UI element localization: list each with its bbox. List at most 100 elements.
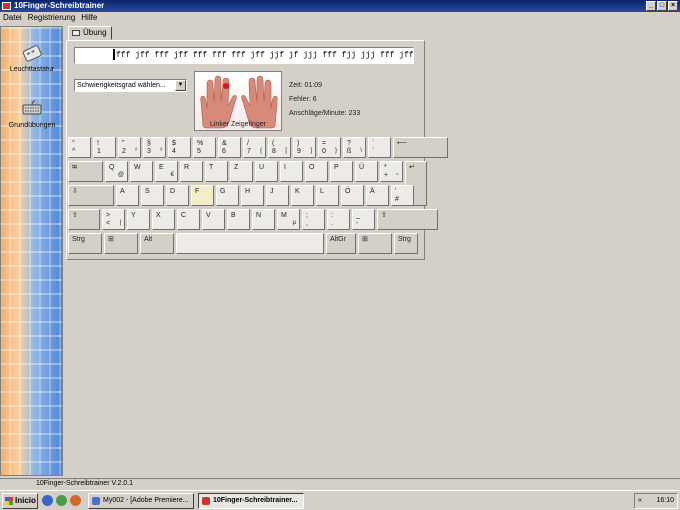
- key[interactable]: & 6: [218, 137, 241, 158]
- key[interactable]: ° ^: [68, 137, 91, 158]
- key-label-top: Z: [234, 164, 239, 171]
- key[interactable]: R: [180, 161, 203, 182]
- key[interactable]: [176, 233, 324, 254]
- keyboard-glow-icon: [22, 45, 42, 62]
- difficulty-select[interactable]: Schwierigkeitsgrad wählen... ▼: [74, 79, 187, 92]
- key[interactable]: N: [252, 209, 275, 230]
- key[interactable]: E €: [155, 161, 178, 182]
- key[interactable]: ;,: [302, 209, 325, 230]
- key[interactable]: /7 {: [243, 137, 266, 158]
- key[interactable]: ⇧: [377, 209, 438, 230]
- window-controls: _ □ ×: [646, 1, 678, 11]
- menu-registrierung[interactable]: Registrierung: [28, 12, 76, 24]
- sidebar-item-leuchttastatur[interactable]: Leuchttastatur: [5, 43, 59, 73]
- key[interactable]: ' #: [391, 185, 414, 206]
- key-label-top: A: [120, 188, 125, 195]
- tray-expand-icon[interactable]: «: [638, 494, 642, 508]
- task-label: 10Finger-Schreibtrainer...: [213, 497, 298, 504]
- key[interactable]: Q @: [105, 161, 128, 182]
- key[interactable]: J: [266, 185, 289, 206]
- key[interactable]: I: [280, 161, 303, 182]
- sidebar-item-grunduebungen[interactable]: Grundübungen: [5, 99, 59, 129]
- key[interactable]: ⊞: [358, 233, 392, 254]
- minimize-button[interactable]: _: [646, 1, 656, 11]
- key-label-top: U: [259, 164, 265, 171]
- key[interactable]: > < |: [102, 209, 125, 230]
- key-label-top: Alt: [144, 236, 153, 243]
- key-label-top: ⊞: [108, 236, 114, 243]
- key-label-top: I: [284, 164, 286, 171]
- tab-label: Übung: [83, 28, 107, 37]
- key[interactable]: (8 [: [268, 137, 291, 158]
- key-label-bottom: 2: [122, 148, 126, 155]
- key[interactable]: Alt: [140, 233, 174, 254]
- key[interactable]: W: [130, 161, 153, 182]
- menu-hilfe[interactable]: Hilfe: [81, 12, 97, 24]
- sidebar-item-label: Leuchttastatur: [9, 66, 55, 73]
- close-button[interactable]: ×: [668, 1, 678, 11]
- key[interactable]: F: [191, 185, 214, 206]
- key-label-bottom: -: [356, 220, 359, 227]
- key[interactable]: ) 9]: [293, 137, 316, 158]
- key[interactable]: G: [216, 185, 239, 206]
- key-label-bottom: 6: [222, 148, 226, 155]
- tab-uebung[interactable]: Übung: [68, 26, 112, 40]
- start-button[interactable]: Inicio: [2, 493, 38, 509]
- key[interactable]: V: [202, 209, 225, 230]
- key[interactable]: Ü: [355, 161, 378, 182]
- maximize-button[interactable]: □: [657, 1, 667, 11]
- key-label-top: F: [195, 188, 200, 195]
- key[interactable]: * + ~: [380, 161, 403, 182]
- key[interactable]: Ö: [341, 185, 364, 206]
- key-label-bottom: 1: [97, 148, 101, 155]
- browser-icon[interactable]: [42, 495, 53, 506]
- app-window: 10Finger-Schreibtrainer _ □ × Datei Regi…: [0, 0, 680, 510]
- key[interactable]: K: [291, 185, 314, 206]
- key[interactable]: § 3 ³: [143, 137, 166, 158]
- key[interactable]: Z: [230, 161, 253, 182]
- key[interactable]: ! 1: [93, 137, 116, 158]
- key[interactable]: ⇩: [68, 185, 114, 206]
- key[interactable]: D: [166, 185, 189, 206]
- key[interactable]: X: [152, 209, 175, 230]
- key[interactable]: :.: [327, 209, 350, 230]
- key[interactable]: _ -: [352, 209, 375, 230]
- key[interactable]: AltGr: [326, 233, 356, 254]
- key-label-top: ↵: [409, 164, 415, 171]
- key-label-altgr: ²: [135, 148, 137, 154]
- key[interactable]: L: [316, 185, 339, 206]
- key[interactable]: H: [241, 185, 264, 206]
- key[interactable]: " 2 ²: [118, 137, 141, 158]
- key-label-bottom: ^: [72, 148, 76, 155]
- key[interactable]: ⟵: [393, 137, 448, 158]
- task-10finger[interactable]: 10Finger-Schreibtrainer...: [198, 493, 304, 509]
- key[interactable]: ? ß \: [343, 137, 366, 158]
- key[interactable]: Strg: [68, 233, 102, 254]
- menu-datei[interactable]: Datei: [3, 12, 22, 24]
- media-icon[interactable]: [70, 495, 81, 506]
- active-finger-dot: [223, 83, 229, 89]
- key[interactable]: C: [177, 209, 200, 230]
- key[interactable]: $4: [168, 137, 191, 158]
- key[interactable]: ` ´: [368, 137, 391, 158]
- key[interactable]: Y: [127, 209, 150, 230]
- key[interactable]: ⊞: [104, 233, 138, 254]
- key[interactable]: S: [141, 185, 164, 206]
- key[interactable]: B: [227, 209, 250, 230]
- key[interactable]: ⇧: [68, 209, 100, 230]
- desktop-icon[interactable]: [56, 495, 67, 506]
- key[interactable]: % 5: [193, 137, 216, 158]
- task-adobe-premiere[interactable]: My002 - [Adobe Premiere...: [88, 493, 194, 509]
- chevron-down-icon[interactable]: ▼: [175, 80, 186, 91]
- key[interactable]: P: [330, 161, 353, 182]
- key[interactable]: U: [255, 161, 278, 182]
- key[interactable]: A: [116, 185, 139, 206]
- key[interactable]: = 0}: [318, 137, 341, 158]
- key[interactable]: T: [205, 161, 228, 182]
- key[interactable]: Mµ: [277, 209, 300, 230]
- key[interactable]: Strg: [394, 233, 418, 254]
- key[interactable]: O: [305, 161, 328, 182]
- key[interactable]: ⭾: [68, 161, 103, 182]
- key[interactable]: Ä: [366, 185, 389, 206]
- key-label-top: ": [122, 140, 125, 147]
